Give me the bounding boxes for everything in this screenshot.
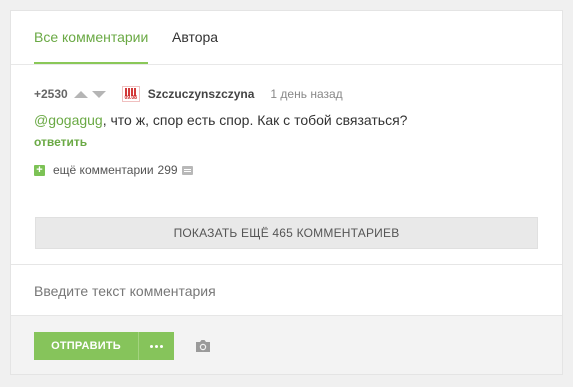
arrow-up-icon[interactable] bbox=[73, 90, 88, 98]
comment-footer: ОТПРАВИТЬ bbox=[11, 316, 562, 374]
comment-time[interactable]: 1 день назад bbox=[270, 87, 342, 101]
message-icon bbox=[181, 165, 193, 175]
comment-meta: +2530 09.08 Szczuczynszczyna 1 день наза… bbox=[34, 84, 539, 104]
more-replies-count: 299 bbox=[157, 163, 178, 177]
more-replies-label: ещё комментарии bbox=[53, 163, 154, 177]
plus-icon: + bbox=[34, 164, 45, 176]
show-more-button[interactable]: ПОКАЗАТЬ ЕЩЁ 465 КОММЕНТАРИЕВ bbox=[35, 217, 538, 249]
comment-tabs: Все комментарии Автора bbox=[11, 11, 562, 65]
more-replies-toggle[interactable]: + ещё комментарии 299 bbox=[34, 163, 539, 177]
arrow-down-icon[interactable] bbox=[91, 90, 106, 98]
comment-body: , что ж, спор есть спор. Как с тобой свя… bbox=[102, 112, 408, 128]
comment-mention[interactable]: @gogagug bbox=[34, 112, 103, 128]
tab-author[interactable]: Автора bbox=[172, 28, 218, 46]
comments-panel: Все комментарии Автора +2530 09.08 Szczu… bbox=[10, 10, 563, 375]
send-button[interactable]: ОТПРАВИТЬ bbox=[34, 332, 138, 360]
comment-input[interactable]: Введите текст комментария bbox=[11, 265, 562, 316]
more-options-button[interactable] bbox=[138, 332, 174, 360]
tab-all-comments[interactable]: Все комментарии bbox=[34, 28, 149, 64]
reply-link[interactable]: ответить bbox=[34, 135, 87, 149]
more-dots-icon bbox=[150, 345, 153, 348]
comment-item: +2530 09.08 Szczuczynszczyna 1 день наза… bbox=[34, 84, 539, 177]
comment-rating: +2530 bbox=[34, 87, 68, 101]
comment-input-placeholder: Введите текст комментария bbox=[34, 283, 216, 299]
camera-icon[interactable] bbox=[195, 339, 211, 353]
comment-text: @gogagug, что ж, спор есть спор. Как с т… bbox=[34, 111, 539, 129]
avatar-label: 09.08 bbox=[124, 95, 137, 101]
avatar[interactable]: 09.08 bbox=[121, 86, 140, 102]
comment-username[interactable]: Szczuczynszczyna bbox=[148, 87, 255, 101]
